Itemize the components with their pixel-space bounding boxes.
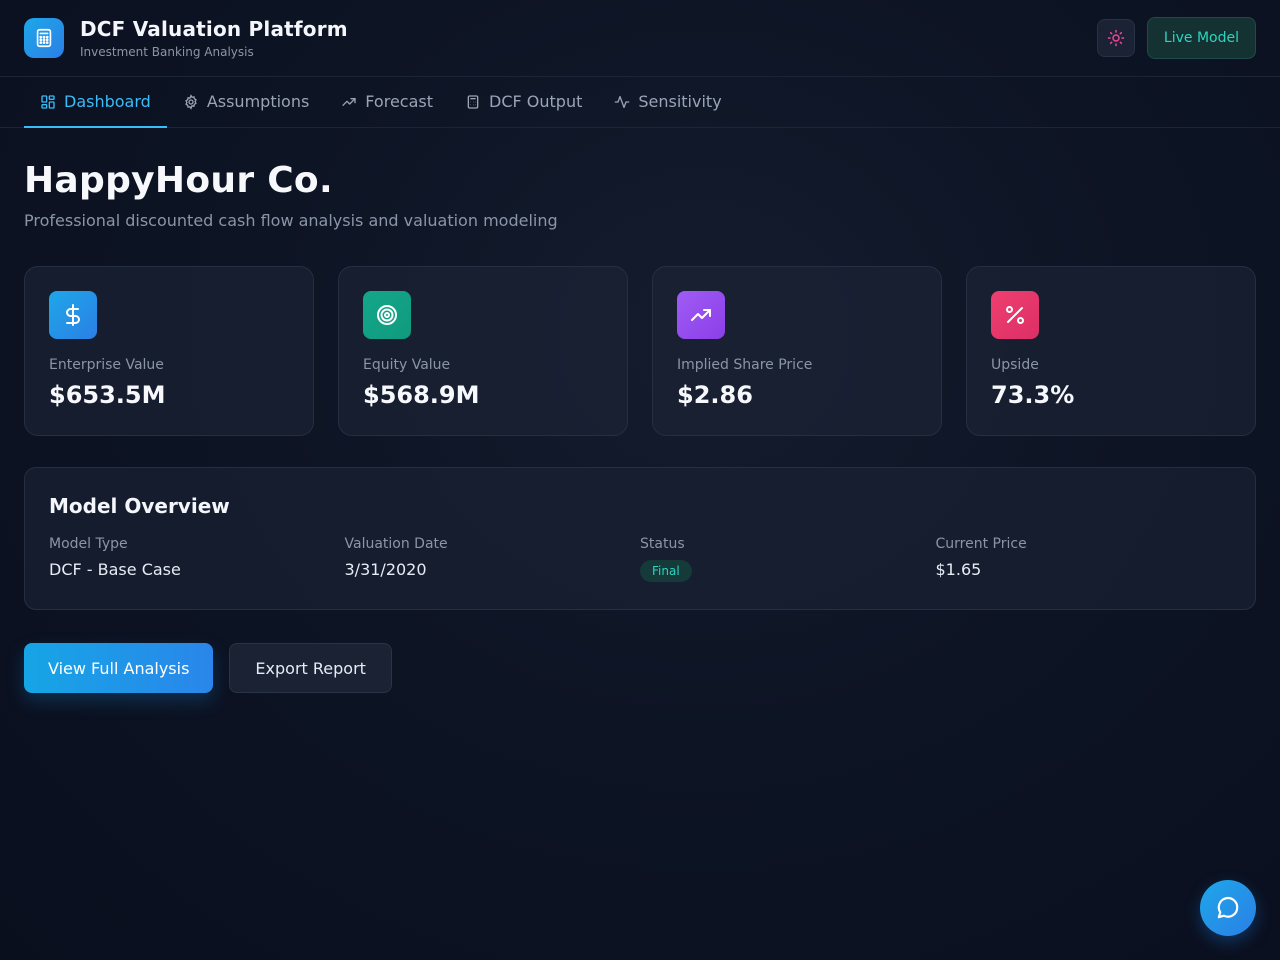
brand: DCF Valuation Platform Investment Bankin… bbox=[24, 17, 348, 59]
status-badge: Final bbox=[640, 560, 692, 582]
app-header: DCF Valuation Platform Investment Bankin… bbox=[0, 0, 1280, 77]
sun-icon bbox=[1107, 29, 1125, 47]
dollar-icon bbox=[49, 291, 97, 339]
page-subtitle: Professional discounted cash flow analys… bbox=[24, 211, 558, 230]
calculator-icon bbox=[24, 18, 64, 58]
metric-value: 73.3% bbox=[991, 381, 1075, 409]
chat-button[interactable] bbox=[1200, 880, 1256, 936]
field-label: Current Price bbox=[935, 536, 1027, 552]
header-actions: Live Model bbox=[1096, 17, 1256, 59]
activity-icon bbox=[615, 95, 630, 108]
field-label: Status bbox=[640, 536, 685, 552]
tab-label: DCF Output bbox=[489, 92, 583, 111]
tab-forecast[interactable]: Forecast bbox=[325, 77, 449, 128]
tab-label: Forecast bbox=[365, 92, 433, 111]
metric-value: $2.86 bbox=[677, 381, 753, 409]
metric-value: $653.5M bbox=[49, 381, 166, 409]
metric-card-implied-share-price: Implied Share Price $2.86 bbox=[652, 266, 942, 436]
target-icon bbox=[363, 291, 411, 339]
overview-status: Status Final bbox=[640, 536, 936, 582]
page-title: HappyHour Co. bbox=[24, 160, 333, 201]
live-model-button[interactable]: Live Model bbox=[1146, 17, 1256, 59]
trending-up-icon bbox=[677, 291, 725, 339]
overview-model-type: Model Type DCF - Base Case bbox=[49, 536, 345, 582]
metric-card-equity-value: Equity Value $568.9M bbox=[338, 266, 628, 436]
model-overview-panel: Model Overview Model Type DCF - Base Cas… bbox=[24, 467, 1256, 610]
export-report-button[interactable]: Export Report bbox=[229, 643, 392, 693]
theme-toggle-button[interactable] bbox=[1096, 19, 1135, 57]
metric-card-upside: Upside 73.3% bbox=[966, 266, 1256, 436]
main-nav: Dashboard Assumptions Forecast DCF Outpu… bbox=[0, 77, 1280, 128]
metric-card-enterprise-value: Enterprise Value $653.5M bbox=[24, 266, 314, 436]
field-value: 3/31/2020 bbox=[344, 560, 427, 579]
overview-valuation-date: Valuation Date 3/31/2020 bbox=[345, 536, 641, 582]
metric-cards: Enterprise Value $653.5M Equity Value $5… bbox=[24, 266, 1256, 436]
metric-label: Upside bbox=[991, 357, 1039, 373]
metric-label: Enterprise Value bbox=[49, 357, 164, 373]
app-subtitle: Investment Banking Analysis bbox=[80, 45, 254, 59]
trending-up-icon bbox=[342, 97, 356, 106]
tab-label: Dashboard bbox=[64, 92, 151, 111]
chat-bubble-icon bbox=[1217, 896, 1239, 919]
field-value: DCF - Base Case bbox=[49, 560, 181, 579]
main-content: HappyHour Co. Professional discounted ca… bbox=[0, 128, 1280, 693]
field-label: Valuation Date bbox=[344, 536, 448, 552]
tab-label: Sensitivity bbox=[638, 92, 722, 111]
metric-label: Equity Value bbox=[363, 357, 451, 373]
tab-label: Assumptions bbox=[206, 92, 310, 111]
tab-sensitivity[interactable]: Sensitivity bbox=[598, 77, 737, 128]
gear-icon bbox=[185, 93, 197, 110]
field-value: $1.65 bbox=[935, 560, 982, 579]
overview-current-price: Current Price $1.65 bbox=[936, 536, 1232, 582]
overview-grid: Model Type DCF - Base Case Valuation Dat… bbox=[49, 536, 1231, 582]
tab-dashboard[interactable]: Dashboard bbox=[24, 77, 167, 128]
metric-label: Implied Share Price bbox=[677, 357, 813, 373]
field-label: Model Type bbox=[49, 536, 128, 552]
metric-value: $568.9M bbox=[363, 381, 480, 409]
section-title: Model Overview bbox=[49, 494, 230, 518]
percent-icon bbox=[991, 291, 1039, 339]
tab-assumptions[interactable]: Assumptions bbox=[167, 77, 325, 128]
tab-dcf-output[interactable]: DCF Output bbox=[449, 77, 598, 128]
action-buttons: View Full Analysis Export Report bbox=[24, 643, 1256, 693]
grid-icon bbox=[41, 94, 55, 109]
view-full-analysis-button[interactable]: View Full Analysis bbox=[24, 643, 214, 693]
calculator-icon bbox=[467, 94, 479, 109]
app-title: DCF Valuation Platform bbox=[80, 17, 348, 41]
